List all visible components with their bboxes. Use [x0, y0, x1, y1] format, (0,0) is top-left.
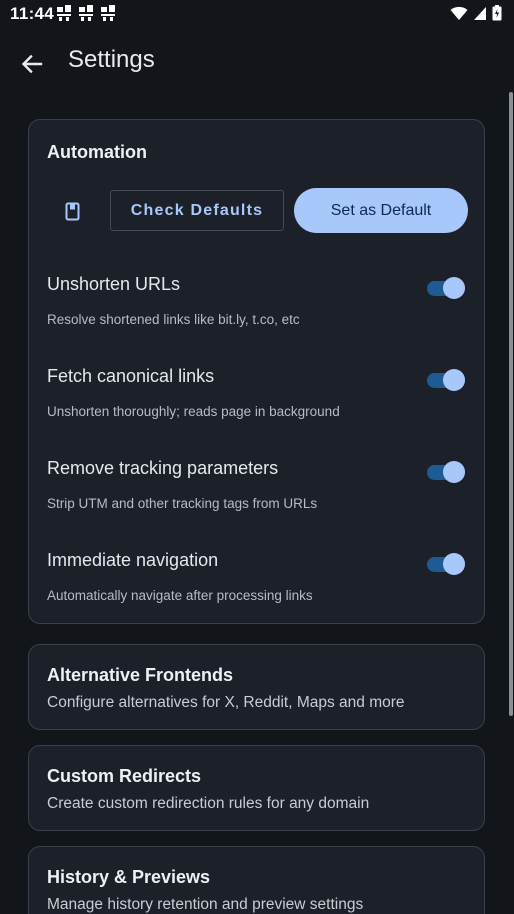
- set-as-default-button[interactable]: Set as Default: [294, 188, 468, 233]
- remove-tracking-toggle[interactable]: [427, 460, 465, 483]
- card-subtitle: Create custom redirection rules for any …: [47, 795, 370, 812]
- setting-description: Resolve shortened links like bit.ly, t.c…: [47, 312, 300, 327]
- page-title: Settings: [68, 46, 155, 73]
- notification-icon: [57, 5, 71, 21]
- check-defaults-button[interactable]: Check Defaults: [110, 190, 284, 231]
- toggle-thumb: [443, 369, 465, 391]
- app-bar: Settings: [0, 28, 514, 94]
- history-previews-card[interactable]: History & Previews Manage history retent…: [28, 846, 485, 914]
- toggle-thumb: [443, 553, 465, 575]
- card-subtitle: Manage history retention and preview set…: [47, 896, 364, 913]
- status-bar: 11:44: [0, 0, 514, 28]
- back-button[interactable]: [14, 48, 50, 80]
- setting-label: Unshorten URLs: [47, 274, 181, 294]
- notification-icon: [101, 5, 115, 21]
- arrow-back-icon: [21, 54, 43, 74]
- setting-description: Unshorten thoroughly; reads page in back…: [47, 404, 340, 419]
- immediate-navigation-toggle[interactable]: [427, 552, 465, 575]
- system-icons: [450, 5, 502, 21]
- alternative-frontends-card[interactable]: Alternative Frontends Configure alternat…: [28, 644, 485, 730]
- custom-redirects-card[interactable]: Custom Redirects Create custom redirecti…: [28, 745, 485, 831]
- cell-signal-icon: [474, 6, 486, 20]
- card-subtitle: Configure alternatives for X, Reddit, Ma…: [47, 694, 405, 711]
- scrollbar[interactable]: [509, 92, 513, 716]
- card-title: History & Previews: [47, 867, 211, 887]
- settings-screen: 11:44 Settings Automation Check Defaults…: [0, 0, 514, 914]
- setting-label: Immediate navigation: [47, 550, 219, 570]
- automation-card: Automation Check Defaults Set as Default…: [28, 119, 485, 624]
- fetch-canonical-toggle[interactable]: [427, 368, 465, 391]
- setting-remove-tracking[interactable]: Remove tracking parameters Strip UTM and…: [29, 458, 486, 538]
- setting-description: Automatically navigate after processing …: [47, 588, 313, 603]
- automation-title: Automation: [47, 142, 147, 162]
- status-time: 11:44: [10, 4, 55, 23]
- setting-immediate-navigation[interactable]: Immediate navigation Automatically navig…: [29, 550, 486, 630]
- wifi-icon: [450, 6, 468, 20]
- unshorten-urls-toggle[interactable]: [427, 276, 465, 299]
- setting-label: Remove tracking parameters: [47, 458, 279, 478]
- setting-label: Fetch canonical links: [47, 366, 215, 386]
- card-title: Custom Redirects: [47, 766, 202, 786]
- notification-icons: [56, 4, 116, 22]
- default-browser-actions: Check Defaults Set as Default: [29, 188, 486, 236]
- notification-icon: [79, 5, 93, 21]
- battery-icon: [492, 5, 502, 21]
- setting-description: Strip UTM and other tracking tags from U…: [47, 496, 318, 511]
- book-icon: [65, 202, 80, 221]
- toggle-thumb: [443, 461, 465, 483]
- setting-unshorten-urls[interactable]: Unshorten URLs Resolve shortened links l…: [29, 274, 486, 354]
- setting-fetch-canonical[interactable]: Fetch canonical links Unshorten thorough…: [29, 366, 486, 446]
- toggle-thumb: [443, 277, 465, 299]
- card-title: Alternative Frontends: [47, 665, 234, 685]
- browser-info-button[interactable]: [57, 198, 89, 226]
